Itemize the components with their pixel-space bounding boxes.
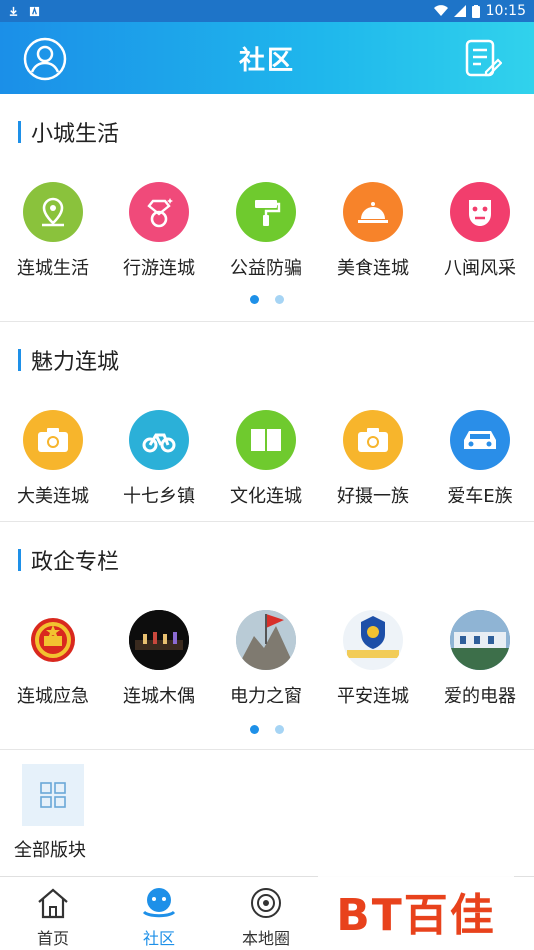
battery-icon	[471, 4, 480, 18]
status-time: 10:15	[485, 3, 526, 19]
pager-dot[interactable]	[250, 725, 259, 734]
title-accent-bar	[18, 349, 21, 371]
puppet-stage-photo-icon	[129, 610, 189, 670]
pager-dot[interactable]	[275, 725, 284, 734]
grid-item-culture[interactable]: 文化连城	[213, 410, 319, 520]
power-mountain-photo-icon	[236, 610, 296, 670]
grid-item-travel[interactable]: 行游连城	[106, 182, 212, 292]
download-icon	[9, 6, 18, 16]
grid-item-fujian[interactable]: 八闽风采	[427, 182, 533, 292]
food-cloche-icon	[343, 182, 403, 242]
grid-item-anti-fraud[interactable]: 公益防骗	[213, 182, 319, 292]
nav-home[interactable]: 首页	[0, 877, 106, 950]
profile-button[interactable]	[22, 36, 68, 82]
all-blocks-button[interactable]: 全部版块	[14, 762, 94, 862]
pager-dot[interactable]	[275, 295, 284, 304]
location-pin-icon	[23, 182, 83, 242]
grid-item-safety[interactable]: 平安连城	[320, 610, 426, 720]
title-accent-bar	[18, 549, 21, 571]
watermark-logo: BT百佳	[318, 874, 514, 948]
bicycle-icon	[129, 410, 189, 470]
grid-item-puppet[interactable]: 连城木偶	[106, 610, 212, 720]
grid-item-towns[interactable]: 十七乡镇	[106, 410, 212, 520]
edit-note-icon	[465, 39, 502, 77]
divider	[0, 521, 534, 522]
header: 社区	[0, 22, 534, 94]
grid-item-power[interactable]: 电力之窗	[213, 610, 319, 720]
compose-button[interactable]	[460, 36, 506, 82]
pager-dots[interactable]	[0, 295, 534, 304]
page-title: 社区	[238, 45, 295, 76]
nav-community[interactable]: 社区	[106, 877, 212, 950]
camera-icon	[343, 410, 403, 470]
police-badge-icon	[343, 610, 403, 670]
grid-item-photography[interactable]: 好摄一族	[320, 410, 426, 520]
section-charm-grid: 大美连城 十七乡镇 文化连城 好摄一族 爱车E族	[0, 410, 534, 520]
title-accent-bar	[18, 121, 21, 143]
home-icon	[35, 885, 71, 921]
grid-item-appliances[interactable]: 爱的电器	[427, 610, 533, 720]
paint-roller-icon	[236, 182, 296, 242]
notification-icon	[29, 6, 40, 16]
status-bar: 10:15	[0, 0, 534, 22]
divider	[0, 321, 534, 322]
section-gov-grid: 连城应急 连城木偶 电力之窗 平安连城 爱的电器	[0, 610, 534, 720]
signal-icon	[453, 5, 466, 17]
community-icon	[141, 885, 177, 921]
section-title-charm: 魅力连城	[18, 347, 120, 375]
city-photo-icon	[450, 610, 510, 670]
national-emblem-icon	[23, 610, 83, 670]
grid-squares-icon	[22, 764, 84, 826]
nav-local-circle[interactable]: 本地圈	[213, 877, 319, 950]
section-title-text: 政企专栏	[31, 550, 120, 575]
user-avatar-icon	[23, 37, 67, 81]
car-icon	[450, 410, 510, 470]
grid-item-life[interactable]: 连城生活	[0, 182, 106, 292]
section-title-gov: 政企专栏	[18, 547, 120, 575]
book-icon	[236, 410, 296, 470]
pager-dots[interactable]	[0, 725, 534, 734]
section-title-text: 魅力连城	[31, 350, 120, 375]
grid-item-emergency[interactable]: 连城应急	[0, 610, 106, 720]
section-title-text: 小城生活	[31, 122, 120, 147]
divider	[0, 749, 534, 750]
diamond-ring-icon	[129, 182, 189, 242]
grid-item-cars[interactable]: 爱车E族	[427, 410, 533, 520]
watermark-text: BT百佳	[336, 890, 496, 941]
pager-dot[interactable]	[250, 295, 259, 304]
section-title-life: 小城生活	[18, 119, 120, 147]
grid-item-beauty[interactable]: 大美连城	[0, 410, 106, 520]
face-mask-icon	[450, 182, 510, 242]
wifi-icon	[433, 5, 448, 17]
section-life-grid: 连城生活 行游连城 公益防骗 美食连城 八闽风采	[0, 182, 534, 292]
camera-icon	[23, 410, 83, 470]
grid-item-food[interactable]: 美食连城	[320, 182, 426, 292]
local-circle-icon	[248, 885, 284, 921]
